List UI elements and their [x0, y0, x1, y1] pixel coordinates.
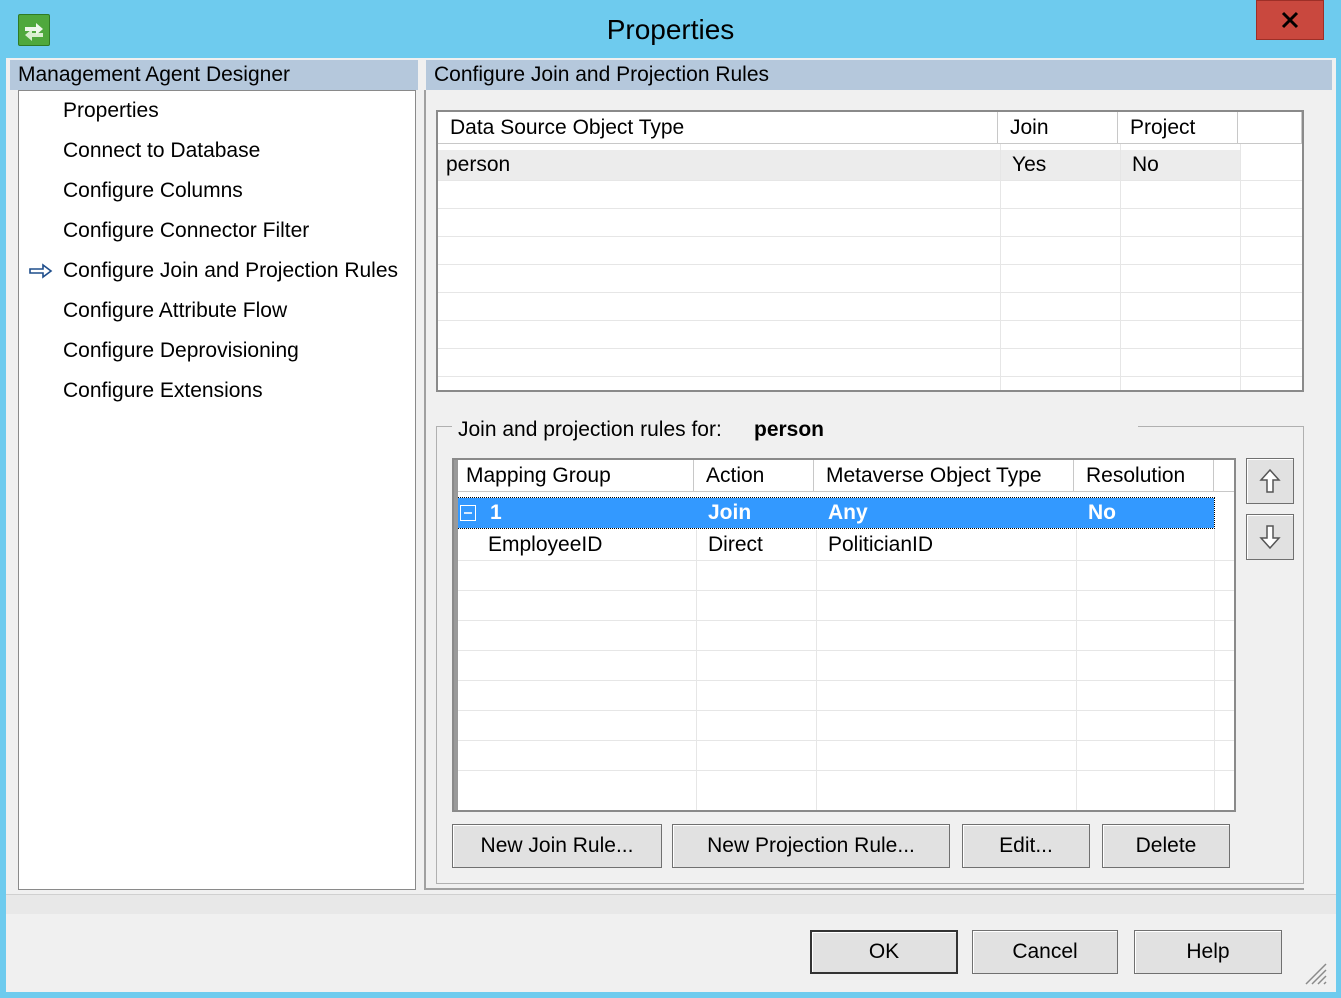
grid-line: [454, 770, 1234, 771]
title-bar[interactable]: Properties: [0, 0, 1341, 58]
nav-item-connect-database[interactable]: Connect to Database: [19, 131, 415, 171]
cell-metaverse-attribute: PoliticianID: [828, 533, 934, 556]
edit-rule-button[interactable]: Edit...: [962, 824, 1090, 868]
cell-object-type: person: [446, 153, 511, 176]
column-header-resolution[interactable]: Resolution: [1074, 460, 1214, 492]
cell-mapping-group: 1: [490, 501, 502, 524]
grid-line: [1214, 530, 1215, 810]
grid-line: [454, 560, 1234, 561]
cell-action: Join: [708, 501, 752, 524]
column-header-project[interactable]: Project: [1118, 112, 1238, 144]
grid-line: [438, 180, 1302, 181]
cell-action: Direct: [708, 533, 763, 556]
object-type-grid[interactable]: Data Source Object Type Join Project per…: [436, 110, 1304, 392]
column-header-join[interactable]: Join: [998, 112, 1118, 144]
move-down-button[interactable]: [1246, 514, 1294, 560]
nav-item-extensions[interactable]: Configure Extensions: [19, 371, 415, 411]
grid-line: [1120, 144, 1121, 390]
designer-nav-list: Properties Connect to Database Configure…: [18, 90, 416, 890]
grid-line: [454, 650, 1234, 651]
column-header-filler: [1238, 112, 1302, 144]
grid-line: [454, 680, 1234, 681]
grid-line: [438, 320, 1302, 321]
grid-line: [816, 530, 817, 810]
column-header-mapping-group[interactable]: Mapping Group: [454, 460, 694, 492]
grid-line: [438, 208, 1302, 209]
grid-line: [438, 292, 1302, 293]
grid-line: [438, 236, 1302, 237]
close-button[interactable]: [1256, 0, 1324, 40]
delete-rule-button[interactable]: Delete: [1102, 824, 1230, 868]
cell-resolution: No: [1088, 501, 1116, 524]
help-button[interactable]: Help: [1134, 930, 1282, 974]
grid-line: [438, 376, 1302, 377]
column-header-object-type[interactable]: Data Source Object Type: [438, 112, 998, 144]
column-header-action[interactable]: Action: [694, 460, 814, 492]
move-up-button[interactable]: [1246, 458, 1294, 504]
column-header-metaverse-object-type[interactable]: Metaverse Object Type: [814, 460, 1074, 492]
new-join-rule-button[interactable]: New Join Rule...: [452, 824, 662, 868]
grid-line: [696, 530, 697, 810]
current-step-arrow-icon: [29, 263, 53, 279]
column-header-filler: [1214, 460, 1234, 492]
grid-line: [1076, 530, 1077, 810]
arrow-down-icon: [1259, 525, 1281, 550]
nav-item-connector-filter[interactable]: Configure Connector Filter: [19, 211, 415, 251]
grid-line: [454, 740, 1234, 741]
grid-line: [1000, 144, 1001, 390]
ok-button[interactable]: OK: [810, 930, 958, 974]
rules-grid[interactable]: Mapping Group Action Metaverse Object Ty…: [452, 458, 1236, 812]
table-row[interactable]: EmployeeID Direct PoliticianID: [454, 530, 1234, 560]
close-icon: [1281, 11, 1299, 29]
grid-line: [438, 348, 1302, 349]
nav-item-deprovisioning[interactable]: Configure Deprovisioning: [19, 331, 415, 371]
collapse-icon[interactable]: [460, 505, 476, 521]
grid-line: [1240, 144, 1241, 390]
cell-source-attribute: EmployeeID: [488, 533, 603, 556]
properties-window: Properties Management Agent Designer Pro…: [0, 0, 1341, 998]
cell-metaverse-type: Any: [828, 501, 868, 524]
left-panel-header: Management Agent Designer: [10, 60, 418, 90]
arrow-up-icon: [1259, 468, 1281, 493]
rule-group-row[interactable]: 1 Join Any No: [455, 497, 1215, 529]
nav-item-configure-columns[interactable]: Configure Columns: [19, 171, 415, 211]
new-projection-rule-button[interactable]: New Projection Rule...: [672, 824, 950, 868]
rules-object-name: person: [754, 418, 825, 441]
grid-left-edge: [454, 460, 458, 810]
footer-separator: [6, 894, 1336, 914]
grid-line: [454, 620, 1234, 621]
cell-project: No: [1132, 153, 1159, 176]
resize-grip-icon[interactable]: [1298, 956, 1328, 986]
cell-join: Yes: [1012, 153, 1047, 176]
nav-item-join-projection-rules[interactable]: Configure Join and Projection Rules: [19, 251, 415, 291]
nav-item-properties[interactable]: Properties: [19, 91, 415, 131]
dialog-client: Management Agent Designer Properties Con…: [6, 58, 1336, 992]
grid-line: [438, 264, 1302, 265]
grid-line: [454, 590, 1234, 591]
grid-line: [454, 710, 1234, 711]
window-title: Properties: [606, 14, 735, 45]
cancel-button[interactable]: Cancel: [972, 930, 1118, 974]
rules-group-label: Join and projection rules for: person: [452, 416, 1138, 444]
right-panel-header: Configure Join and Projection Rules: [426, 60, 1332, 90]
nav-item-attribute-flow[interactable]: Configure Attribute Flow: [19, 291, 415, 331]
